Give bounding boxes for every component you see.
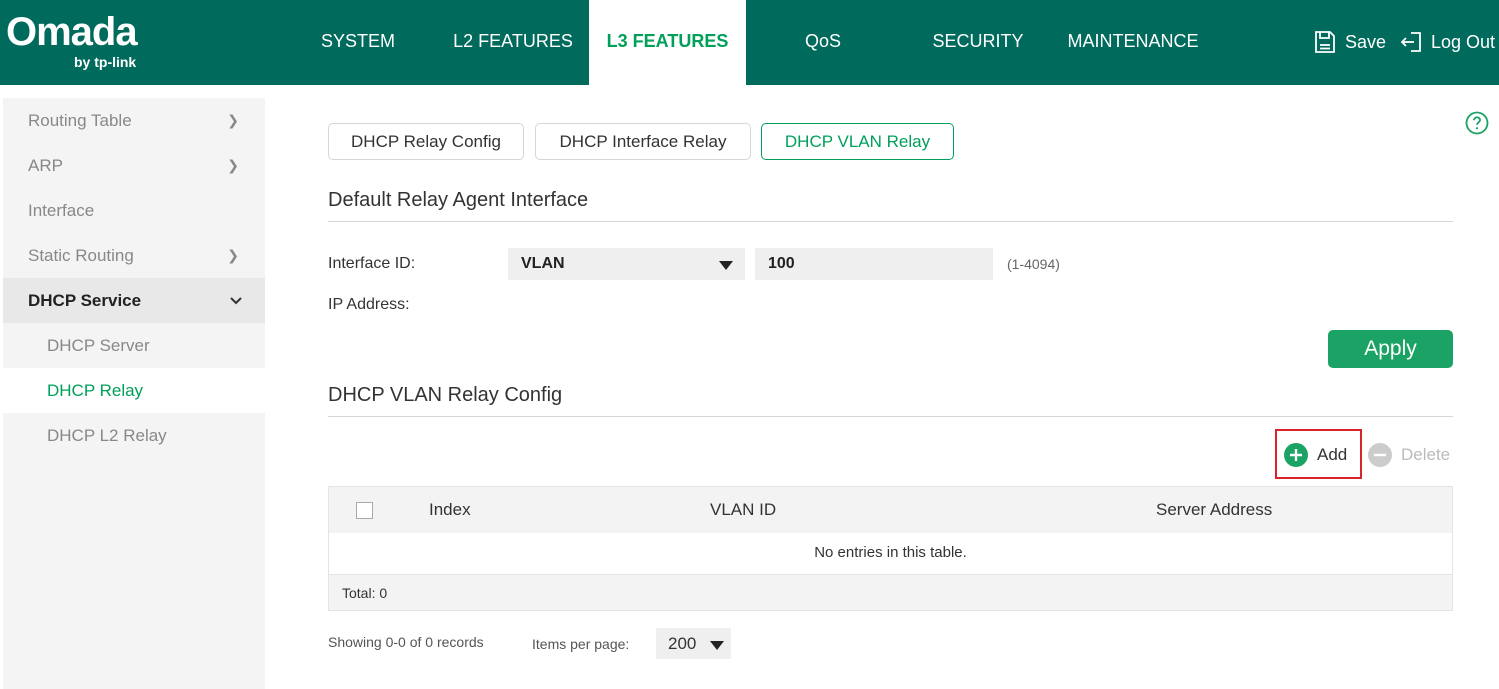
ip-address-label: IP Address: [328,296,410,313]
nav-security[interactable]: SECURITY [910,0,1046,85]
items-per-page-label: Items per page: [532,636,630,652]
nav-qos[interactable]: QoS [760,0,886,85]
nav-maintenance[interactable]: MAINTENANCE [1060,0,1206,85]
items-per-page-value: 200 [668,634,697,653]
minus-circle-icon [1368,443,1392,467]
chevron-right-icon: ❯ [227,247,239,263]
tab-dhcp-vlan-relay[interactable]: DHCP VLAN Relay [761,123,954,160]
items-per-page-select[interactable]: 200 [656,628,731,659]
sidebar-item-label: Routing Table [28,111,132,130]
chevron-down-icon [229,278,243,323]
empty-table-message: No entries in this table. [329,533,1452,575]
interface-id-input[interactable] [755,248,993,280]
apply-button[interactable]: Apply [1328,330,1453,368]
sidebar-item-interface[interactable]: Interface [3,188,265,233]
sidebar-item-label: Static Routing [28,246,134,265]
delete-button[interactable]: Delete [1368,443,1450,467]
interface-id-label: Interface ID: [328,255,416,272]
vlan-relay-table: Index VLAN ID Server Address No entries … [328,486,1453,611]
save-icon [1315,31,1335,53]
save-button[interactable]: Save [1313,27,1386,57]
delete-label: Delete [1401,445,1451,464]
table-total: Total: 0 [329,575,1452,610]
add-button[interactable]: Add [1284,443,1347,467]
sidebar: Routing Table ❯ ARP ❯ Interface Static R… [3,98,265,689]
logo-sub-text: by tp-link [74,54,137,70]
table-header: Index VLAN ID Server Address [329,487,1452,533]
vlan-relay-section-title: DHCP VLAN Relay Config [328,384,563,406]
sidebar-item-label: DHCP Service [28,291,142,310]
interface-type-value: VLAN [521,255,565,272]
plus-circle-icon [1284,443,1308,467]
sidebar-item-routing-table[interactable]: Routing Table ❯ [3,98,265,143]
sidebar-item-label: ARP [28,156,63,175]
logout-icon [1400,32,1421,52]
tab-dhcp-interface-relay[interactable]: DHCP Interface Relay [535,123,751,160]
chevron-right-icon: ❯ [227,157,239,173]
sidebar-item-arp[interactable]: ARP ❯ [3,143,265,188]
select-all-checkbox[interactable] [356,502,373,519]
logout-button[interactable]: Log Out [1399,27,1495,57]
nav-l2-features[interactable]: L2 FEATURES [440,0,586,85]
sidebar-subitem-dhcp-l2-relay[interactable]: DHCP L2 Relay [3,413,265,458]
caret-down-icon [719,261,733,270]
sidebar-subitem-dhcp-server[interactable]: DHCP Server [3,323,265,368]
sidebar-item-label: Interface [28,201,95,220]
add-label: Add [1317,445,1348,464]
default-relay-section-title: Default Relay Agent Interface [328,189,589,211]
top-header: Omada by tp-link SYSTEM L2 FEATURES L3 F… [0,0,1499,85]
omada-logo: Omada by tp-link [6,10,156,70]
caret-down-icon [710,641,724,650]
nav-system[interactable]: SYSTEM [290,0,426,85]
interface-type-select[interactable]: VLAN [508,248,745,280]
sidebar-subitem-dhcp-relay[interactable]: DHCP Relay [3,368,265,413]
column-header-index: Index [429,500,471,519]
sidebar-item-dhcp-service[interactable]: DHCP Service [3,278,265,323]
section-divider [328,416,1453,417]
chevron-right-icon: ❯ [227,112,239,128]
save-label: Save [1345,31,1387,52]
column-header-server-address: Server Address [1156,500,1273,519]
section-divider [328,221,1453,222]
column-header-vlan-id: VLAN ID [710,500,777,519]
tab-dhcp-relay-config[interactable]: DHCP Relay Config [328,123,524,160]
logo-main-text: Omada [6,10,138,54]
sidebar-item-static-routing[interactable]: Static Routing ❯ [3,233,265,278]
records-info: Showing 0-0 of 0 records [328,634,484,650]
help-icon[interactable] [1465,111,1489,135]
logout-label: Log Out [1431,31,1496,52]
nav-l3-features[interactable]: L3 FEATURES [589,0,746,85]
vlan-range-hint: (1-4094) [1007,256,1060,272]
